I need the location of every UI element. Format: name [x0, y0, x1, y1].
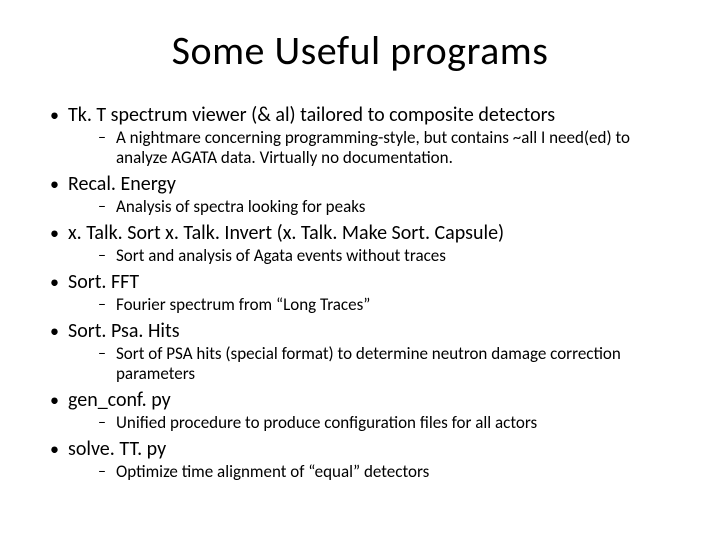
list-item-row: • solve. TT. py [28, 437, 692, 461]
list-item-label: solve. TT. py [68, 437, 166, 461]
sub-list-item: – Unified procedure to produce configura… [98, 413, 692, 433]
list-item: • Recal. Energy – Analysis of spectra lo… [28, 172, 692, 217]
slide: Some Useful programs • Tk. T spectrum vi… [0, 0, 720, 540]
sub-list: – Fourier spectrum from “Long Traces” [28, 295, 692, 315]
list-item-label: Recal. Energy [68, 172, 176, 196]
sub-list-item-label: Sort and analysis of Agata events withou… [116, 246, 470, 266]
sub-list: – Optimize time alignment of “equal” det… [28, 462, 692, 482]
sub-list-item-label: Fourier spectrum from “Long Traces” [116, 295, 394, 315]
sub-list-item: – Analysis of spectra looking for peaks [98, 197, 692, 217]
list-item: • x. Talk. Sort x. Talk. Invert (x. Talk… [28, 221, 692, 266]
bullet-list: • Tk. T spectrum viewer (& al) tailored … [28, 103, 692, 482]
list-item-label: Sort. Psa. Hits [68, 319, 180, 343]
dash-icon: – [98, 462, 116, 482]
sub-list-item-label: Unified procedure to produce configurati… [116, 413, 561, 433]
dash-icon: – [98, 246, 116, 266]
sub-list-item: – Sort of PSA hits (special format) to d… [98, 344, 692, 384]
bullet-icon: • [50, 319, 68, 343]
sub-list-item: – Optimize time alignment of “equal” det… [98, 462, 692, 482]
bullet-icon: • [50, 221, 68, 245]
sub-list-item-label: Analysis of spectra looking for peaks [116, 197, 389, 217]
list-item: • Sort. FFT – Fourier spectrum from “Lon… [28, 270, 692, 315]
bullet-icon: • [50, 172, 68, 196]
list-item: • solve. TT. py – Optimize time alignmen… [28, 437, 692, 482]
slide-title: Some Useful programs [28, 26, 692, 75]
sub-list-item: – A nightmare concerning programming-sty… [98, 128, 692, 168]
list-item-row: • gen_conf. py [28, 388, 692, 412]
list-item-row: • Sort. Psa. Hits [28, 319, 692, 343]
sub-list: – A nightmare concerning programming-sty… [28, 128, 692, 168]
list-item-row: • x. Talk. Sort x. Talk. Invert (x. Talk… [28, 221, 692, 245]
sub-list: – Unified procedure to produce configura… [28, 413, 692, 433]
dash-icon: – [98, 413, 116, 433]
list-item: • gen_conf. py – Unified procedure to pr… [28, 388, 692, 433]
sub-list: – Sort of PSA hits (special format) to d… [28, 344, 692, 384]
sub-list-item-label: Optimize time alignment of “equal” detec… [116, 462, 453, 482]
dash-icon: – [98, 128, 116, 148]
list-item-label: Tk. T spectrum viewer (& al) tailored to… [68, 103, 555, 127]
bullet-icon: • [50, 388, 68, 412]
list-item-row: • Recal. Energy [28, 172, 692, 196]
list-item-label: x. Talk. Sort x. Talk. Invert (x. Talk. … [68, 221, 504, 245]
sub-list-item: – Sort and analysis of Agata events with… [98, 246, 692, 266]
dash-icon: – [98, 344, 116, 364]
list-item-label: Sort. FFT [68, 270, 139, 294]
sub-list: – Sort and analysis of Agata events with… [28, 246, 692, 266]
sub-list-item-label: A nightmare concerning programming-style… [116, 128, 692, 168]
sub-list: – Analysis of spectra looking for peaks [28, 197, 692, 217]
bullet-icon: • [50, 103, 68, 127]
bullet-icon: • [50, 437, 68, 461]
list-item: • Tk. T spectrum viewer (& al) tailored … [28, 103, 692, 168]
bullet-icon: • [50, 270, 68, 294]
sub-list-item-label: Sort of PSA hits (special format) to det… [116, 344, 692, 384]
dash-icon: – [98, 295, 116, 315]
list-item-label: gen_conf. py [68, 388, 171, 412]
list-item-row: • Tk. T spectrum viewer (& al) tailored … [28, 103, 692, 127]
sub-list-item: – Fourier spectrum from “Long Traces” [98, 295, 692, 315]
list-item: • Sort. Psa. Hits – Sort of PSA hits (sp… [28, 319, 692, 384]
list-item-row: • Sort. FFT [28, 270, 692, 294]
dash-icon: – [98, 197, 116, 217]
